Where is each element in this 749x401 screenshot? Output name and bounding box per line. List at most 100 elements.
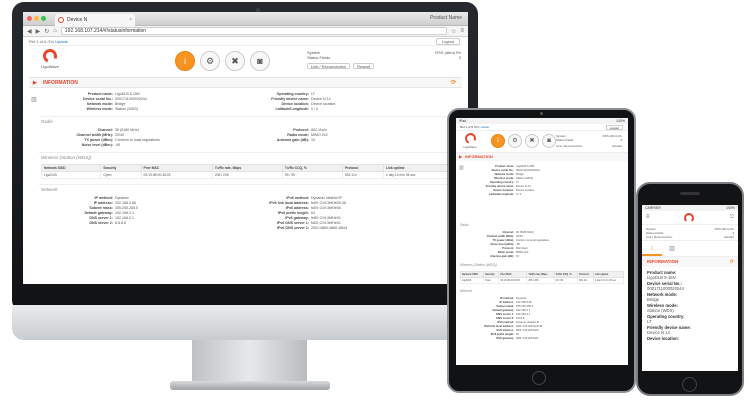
section-title: INFORMATION [43, 80, 78, 86]
tab-close-icon[interactable]: × [129, 14, 132, 26]
wireless-table: Network SSID Security Peer MAC Tx/Rx rate, … [40, 164, 462, 179]
info-icon[interactable]: i [175, 51, 195, 71]
reconnect-button[interactable]: Link / Reconnection [307, 63, 351, 69]
info-row: Latitude/Longitude: 0 / 0 [229, 107, 335, 112]
status-left-value: Status Fields [307, 55, 331, 60]
ipad-wireless-table: Network SSID Security Peer MAC Tx/Rx rate, … [459, 271, 625, 284]
radio-left-list: Channel: 36 (5180 MHz) Channel width (MHz)… [43, 128, 160, 148]
chart-icon[interactable]: ▥ [459, 165, 464, 171]
logo-icon[interactable] [684, 213, 694, 223]
minimize-window-button[interactable] [34, 16, 39, 21]
info-value: Conform to local regulations [115, 138, 160, 142]
browser-user[interactable]: Product Name [430, 15, 462, 21]
info-value: Station (WDS) [115, 107, 138, 111]
info-row: Noise level (dBm): -95 [43, 143, 160, 148]
table-header: Tx/Rx CCQ, % [281, 164, 343, 172]
ipad-update-link[interactable]: Update [480, 125, 490, 129]
ipad-logo[interactable]: LigoWave [462, 131, 478, 149]
refresh-icon[interactable]: ⟳ [730, 257, 734, 267]
info-value: Station (WDS) [647, 308, 674, 313]
table-header: Network SSID [40, 164, 102, 172]
ipad-status-right-label: RSS (dbm) Rx [602, 134, 622, 138]
ipad-radio-list: Channel: 36 (5180 MHz) Channel width (MHz)… [468, 231, 550, 259]
phone-information-header[interactable]: INFORMATION ⟳ [642, 257, 738, 267]
info-value: fd00::219:3bff:fe00 [311, 206, 341, 210]
info-value: Conform to local regulations [516, 239, 550, 242]
home-icon[interactable]: ⌂ [53, 28, 57, 34]
info-value: 2001:4860:4860::8844 [311, 226, 347, 230]
maximize-window-button[interactable] [41, 16, 46, 21]
chart-icon[interactable]: ▥ [662, 241, 682, 256]
chart-icon[interactable]: ▥ [31, 96, 41, 106]
reload-icon[interactable]: ↻ [44, 28, 49, 35]
logout-button[interactable]: Logout [435, 38, 460, 45]
table-row[interactable]: LigoDLB Open 00:19:3B:00:48:25 208 / 208 99 … [459, 277, 625, 284]
brand-logo[interactable]: LigoWave [39, 47, 61, 69]
info-value: 15 [311, 138, 315, 142]
refresh-icon[interactable]: ⟳ [451, 78, 456, 88]
close-window-button[interactable] [27, 16, 32, 21]
table-row[interactable]: LigoDLB Open 00:19:3B:00:48:25 208 / 208 99 … [40, 171, 462, 179]
iphone-home-button[interactable] [682, 377, 697, 392]
collapse-arrow-icon[interactable]: ▶ [459, 153, 462, 161]
ipad-product-list: Product name: LigoDLB 5-15N Device serial … [468, 165, 540, 197]
ipad-restart-button[interactable]: Restart [612, 144, 622, 148]
phone-status-right-label: RSS (dbm) Rx [714, 227, 734, 231]
top-navigation: LigoWave i ⚙ ✖ ◙ System RSS (dbm) Rx Stat… [29, 46, 462, 78]
imac-base [170, 381, 330, 390]
collapse-arrow-icon[interactable]: ▶ [33, 78, 37, 88]
info-key: IPv6 gateway: [496, 337, 514, 340]
info-row: Antenna gain (dB): 15 [229, 138, 328, 143]
ipad-reconnect-button[interactable]: Link / Reconnection [556, 144, 582, 148]
camera-icon[interactable]: ◙ [542, 134, 556, 148]
status-right-value: 3 [458, 55, 461, 60]
forward-icon[interactable]: ▶ [36, 28, 41, 35]
browser-tab[interactable]: Device N × [55, 14, 135, 26]
info-icon[interactable]: i [642, 241, 662, 256]
network-section-title: Network [41, 187, 58, 192]
tab-favicon-icon [58, 17, 64, 23]
gear-icon[interactable]: ⚙ [508, 134, 522, 148]
info-icon[interactable]: i [491, 134, 505, 148]
ipad-network-list: IP method: Dynamic IP address: 192.168.2.66… [468, 297, 542, 341]
hamburger-menu-icon[interactable]: ≡ [646, 214, 650, 220]
table-cell: 99 / 99 [553, 277, 579, 284]
restart-button[interactable]: Restart [353, 63, 375, 69]
star-icon[interactable]: ☆ [451, 28, 456, 35]
logout-icon[interactable]: ⎋ [730, 214, 734, 220]
phone-restart-button[interactable]: Restart [724, 235, 734, 239]
ipad-logo-text: LigoWave [463, 145, 477, 149]
table-cell: Open [100, 171, 142, 179]
browser-chrome: Device N × Product Name [23, 12, 468, 26]
logo-icon [462, 131, 478, 146]
ipad-logout-button[interactable]: Logout [605, 125, 623, 130]
back-icon[interactable]: ◀ [27, 28, 32, 35]
info-value: fe80::219:3bff:fe01 [516, 337, 539, 340]
ipad-home-button[interactable] [532, 371, 546, 385]
ipad-breadcrumb-text: Ref 1 of 6 /On [460, 125, 479, 129]
iphone-speaker [680, 192, 700, 195]
info-value: LigoDLB 5-15N [647, 275, 676, 280]
tools-icon[interactable]: ✖ [225, 51, 245, 71]
info-value: Device N 14 [647, 330, 670, 335]
phone-reconnect-button[interactable]: Link / Reconnection [646, 235, 672, 239]
address-bar: ◀ ▶ ↻ ⌂ 192.168.107.214/#/statusinformat… [23, 26, 468, 37]
camera-icon[interactable]: ◙ [250, 51, 270, 71]
information-header[interactable]: ▶ INFORMATION ⟳ [29, 78, 462, 88]
tools-icon[interactable]: ✖ [525, 134, 539, 148]
table-cell: 208 / 208 [526, 277, 555, 284]
url-input[interactable]: 192.168.107.214/#/statusinformation [60, 27, 448, 35]
phone-header: ≡ ⎋ [642, 211, 738, 225]
table-cell: 00:19:3B:00:48:25 [140, 171, 213, 179]
ipad-information-header[interactable]: ▶ INFORMATION [456, 153, 628, 161]
table-cell: LigoDLB [459, 277, 485, 284]
gear-icon[interactable]: ⚙ [200, 51, 220, 71]
info-key: Antenna gain (dB): [489, 255, 514, 258]
ipad-nav-icons: i ⚙ ✖ ◙ [491, 134, 556, 148]
desktop-screen: Device N × Product Name ◀ ▶ ↻ ⌂ 192.168.… [23, 12, 468, 284]
status-panel: System RSS (dbm) Rx Status Fields 3 Link /… [307, 50, 461, 69]
table-header: Peer MAC [140, 164, 213, 172]
update-link[interactable]: Update [55, 39, 68, 44]
table-header: Protocol [341, 164, 384, 172]
menu-icon[interactable]: ≡ [460, 28, 464, 34]
